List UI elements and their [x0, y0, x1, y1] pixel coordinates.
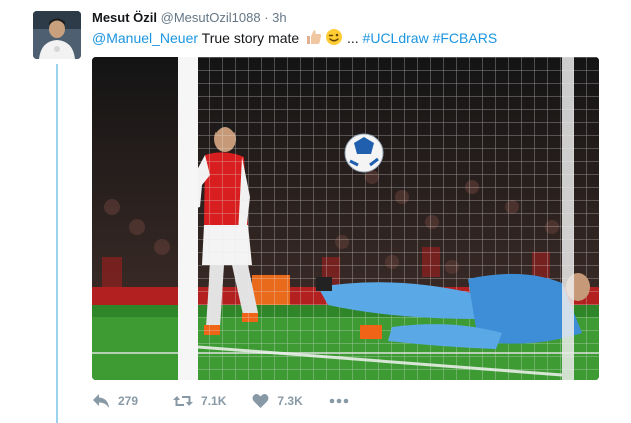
more-icon	[329, 398, 349, 404]
hashtag-ucldraw[interactable]: #UCLdraw	[363, 30, 429, 46]
retweet-count: 7.1K	[201, 394, 227, 408]
tweet-photo[interactable]	[92, 57, 599, 380]
author-name[interactable]: Mesut Özil	[92, 10, 157, 25]
mention-link[interactable]: @Manuel_Neuer	[92, 30, 198, 46]
thread-line	[56, 64, 58, 423]
retweet-icon	[173, 393, 194, 409]
like-count: 7.3K	[277, 394, 303, 408]
avatar[interactable]	[33, 11, 81, 59]
tweet-body: True story mate	[198, 30, 304, 46]
goal-scene-image	[92, 57, 599, 380]
football	[344, 133, 384, 173]
tweet-actions: 279 7.1K 7.3K	[92, 390, 349, 412]
tweet-timestamp[interactable]: 3h	[272, 10, 286, 25]
like-button[interactable]: 7.3K	[252, 393, 303, 409]
heart-icon	[252, 393, 269, 409]
reply-count: 279	[118, 394, 139, 408]
reply-icon	[92, 393, 110, 409]
tweet-header: Mesut Özil @MesutOzil1088 · 3h	[92, 9, 287, 27]
separator-dot: ·	[264, 10, 269, 25]
thumbs-up-icon	[305, 28, 323, 51]
more-button[interactable]	[329, 398, 349, 404]
hashtag-fcbars[interactable]: #FCBARS	[433, 30, 498, 46]
retweet-button[interactable]: 7.1K	[173, 393, 226, 409]
tweet-text: @Manuel_Neuer True story mate ... #UCLdr…	[92, 28, 497, 51]
ellipsis: ...	[343, 30, 363, 46]
reply-button[interactable]: 279	[92, 393, 138, 409]
author-handle[interactable]: @MesutOzil1088	[161, 10, 261, 25]
avatar-photo	[33, 11, 81, 59]
winking-face-icon	[325, 28, 343, 51]
